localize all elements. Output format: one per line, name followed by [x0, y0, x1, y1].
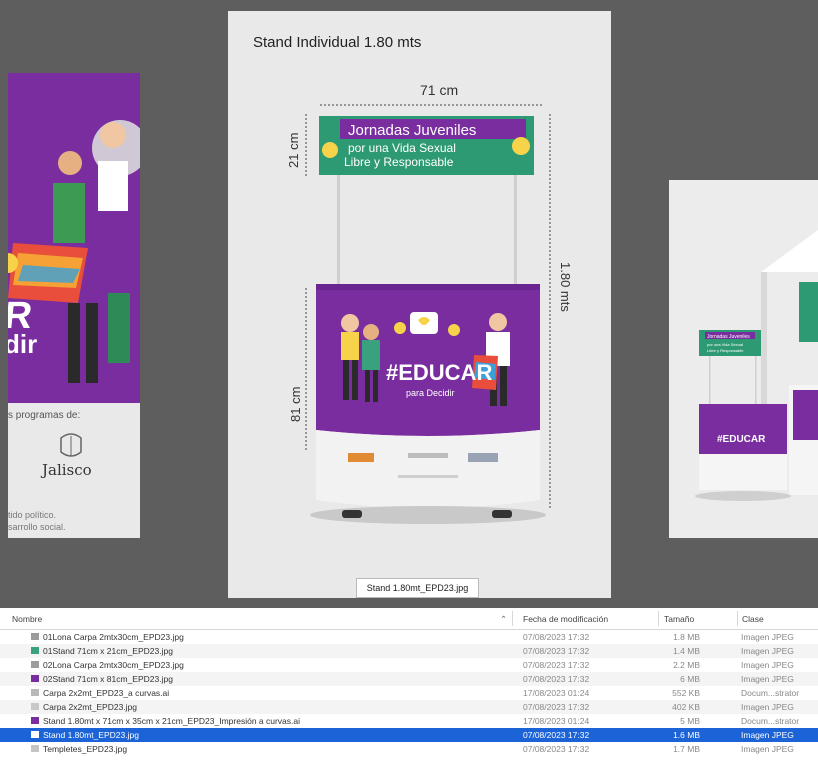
gallery-view: AR dir s programas de: Jalisco tido polí… — [0, 0, 818, 608]
poster-footer-text: tido político. sarrollo social. — [8, 509, 66, 533]
file-name: Stand 1.80mt_EPD23.jpg — [43, 730, 139, 740]
preview-caption: Stand 1.80mt_EPD23.jpg — [356, 578, 479, 598]
jalisco-logo-text: Jalisco — [42, 461, 92, 479]
illustrator-file-icon — [31, 717, 39, 724]
counter-hashtag: #EDUCAR — [386, 360, 492, 385]
file-date: 07/08/2023 17:32 — [523, 660, 590, 670]
image-file-icon — [31, 633, 39, 640]
file-date: 07/08/2023 17:32 — [523, 646, 590, 656]
file-kind: Imagen JPEG — [741, 730, 794, 740]
stand-illustration: 71 cm 21 cm 81 cm 1.80 mts Jornadas Juve… — [286, 82, 573, 524]
file-date: 07/08/2023 17:32 — [523, 674, 590, 684]
image-file-icon — [31, 745, 39, 752]
file-size: 1.4 MB — [673, 646, 700, 656]
file-kind: Docum...strator — [741, 716, 800, 726]
image-file-icon — [31, 703, 39, 710]
file-kind: Docum...strator — [741, 688, 800, 698]
file-name: 01Lona Carpa 2mtx30cm_EPD23.jpg — [43, 632, 184, 642]
file-name: Carpa 2x2mt_EPD23_a curvas.ai — [43, 688, 170, 698]
image-file-icon — [31, 731, 39, 738]
file-kind: Imagen JPEG — [741, 674, 794, 684]
image-file-icon — [31, 647, 39, 654]
file-date: 07/08/2023 17:32 — [523, 632, 590, 642]
file-date: 07/08/2023 17:32 — [523, 702, 590, 712]
width-dimension: 71 cm — [420, 82, 458, 98]
file-date: 17/08/2023 01:24 — [523, 688, 590, 698]
file-date: 07/08/2023 17:32 — [523, 730, 590, 740]
file-row[interactable]: 02Stand 71cm x 81cm_EPD23.jpg 07/08/2023… — [0, 672, 818, 686]
right-banner-line1: Jornadas Juveniles — [707, 334, 750, 340]
file-list-header: Nombre ⌃ Fecha de modificación Tamaño Cl… — [0, 608, 818, 630]
file-date: 07/08/2023 17:32 — [523, 744, 590, 754]
emoji-sunglasses-icon — [322, 142, 338, 158]
file-size: 5 MB — [680, 716, 700, 726]
poster-subtitle-fragment: dir — [8, 329, 38, 359]
file-row[interactable]: 01Stand 71cm x 21cm_EPD23.jpg 07/08/2023… — [0, 644, 818, 658]
file-size: 6 MB — [680, 674, 700, 684]
right-banner-line2: por una Vida Sexual — [707, 342, 743, 347]
file-row-selected[interactable]: Stand 1.80mt_EPD23.jpg 07/08/2023 17:32 … — [0, 728, 818, 742]
file-size: 1.7 MB — [673, 744, 700, 754]
sort-ascending-icon[interactable]: ⌃ — [500, 614, 507, 625]
stand-title: Stand Individual 1.80 mts — [253, 34, 422, 51]
file-kind: Imagen JPEG — [741, 660, 794, 670]
file-size: 2.2 MB — [673, 660, 700, 670]
body-dimension: 81 cm — [288, 387, 303, 422]
column-name[interactable]: Nombre — [12, 614, 42, 624]
file-size: 552 KB — [672, 688, 700, 698]
counter-base — [316, 430, 540, 508]
image-file-icon — [31, 661, 39, 668]
file-name: Templetes_EPD23.jpg — [43, 744, 128, 754]
preview-left[interactable]: AR dir s programas de: Jalisco tido polí… — [8, 73, 140, 538]
file-row[interactable]: Carpa 2x2mt_EPD23_a curvas.ai 17/08/2023… — [0, 686, 818, 700]
file-kind: Imagen JPEG — [741, 702, 794, 712]
file-size: 1.8 MB — [673, 632, 700, 642]
total-dimension: 1.80 mts — [558, 262, 573, 312]
column-date[interactable]: Fecha de modificación — [523, 614, 608, 624]
right-preview-illustration: Jornadas Juveniles por una Vida Sexual L… — [695, 230, 818, 501]
banner-line3: Libre y Responsable — [344, 155, 454, 169]
file-name: 02Stand 71cm x 81cm_EPD23.jpg — [43, 674, 173, 684]
file-name: Stand 1.80mt x 71cm x 35cm x 21cm_EPD23_… — [43, 716, 301, 726]
file-row[interactable]: Carpa 2x2mt_EPD23.jpg 07/08/2023 17:32 4… — [0, 700, 818, 714]
column-size[interactable]: Tamaño — [664, 614, 694, 624]
header-dimension: 21 cm — [286, 133, 301, 168]
poster-footer-line2: sarrollo social. — [8, 522, 66, 532]
file-row[interactable]: Stand 1.80mt x 71cm x 35cm x 21cm_EPD23_… — [0, 714, 818, 728]
banner-line2: por una Vida Sexual — [348, 141, 456, 155]
file-size: 1.6 MB — [673, 730, 700, 740]
file-kind: Imagen JPEG — [741, 646, 794, 656]
poster-footer-line1: tido político. — [8, 510, 57, 520]
file-kind: Imagen JPEG — [741, 744, 794, 754]
jalisco-crest-icon — [60, 433, 82, 457]
right-hashtag: #EDUCAR — [717, 434, 766, 445]
purple-poster: AR dir — [8, 73, 140, 403]
file-row[interactable]: 01Lona Carpa 2mtx30cm_EPD23.jpg 07/08/20… — [0, 630, 818, 644]
file-name: 02Lona Carpa 2mtx30cm_EPD23.jpg — [43, 660, 184, 670]
preview-right[interactable]: Jornadas Juveniles por una Vida Sexual L… — [669, 180, 818, 538]
file-kind: Imagen JPEG — [741, 632, 794, 642]
right-banner-line3: Libre y Responsable — [707, 348, 744, 353]
banner-line1: Jornadas Juveniles — [348, 122, 476, 139]
file-list: Nombre ⌃ Fecha de modificación Tamaño Cl… — [0, 608, 818, 766]
file-date: 17/08/2023 01:24 — [523, 716, 590, 726]
counter-sub: para Decidir — [406, 388, 455, 398]
file-name: 01Stand 71cm x 21cm_EPD23.jpg — [43, 646, 173, 656]
image-file-icon — [31, 675, 39, 682]
file-size: 402 KB — [672, 702, 700, 712]
poster-programs-text: s programas de: — [8, 410, 81, 421]
file-name: Carpa 2x2mt_EPD23.jpg — [43, 702, 138, 712]
file-row[interactable]: Templetes_EPD23.jpg 07/08/2023 17:32 1.7… — [0, 742, 818, 756]
emoji-worried-icon — [512, 137, 530, 155]
column-kind[interactable]: Clase — [742, 614, 764, 624]
file-row[interactable]: 02Lona Carpa 2mtx30cm_EPD23.jpg 07/08/20… — [0, 658, 818, 672]
illustrator-file-icon — [31, 689, 39, 696]
logo-icon — [348, 453, 374, 462]
